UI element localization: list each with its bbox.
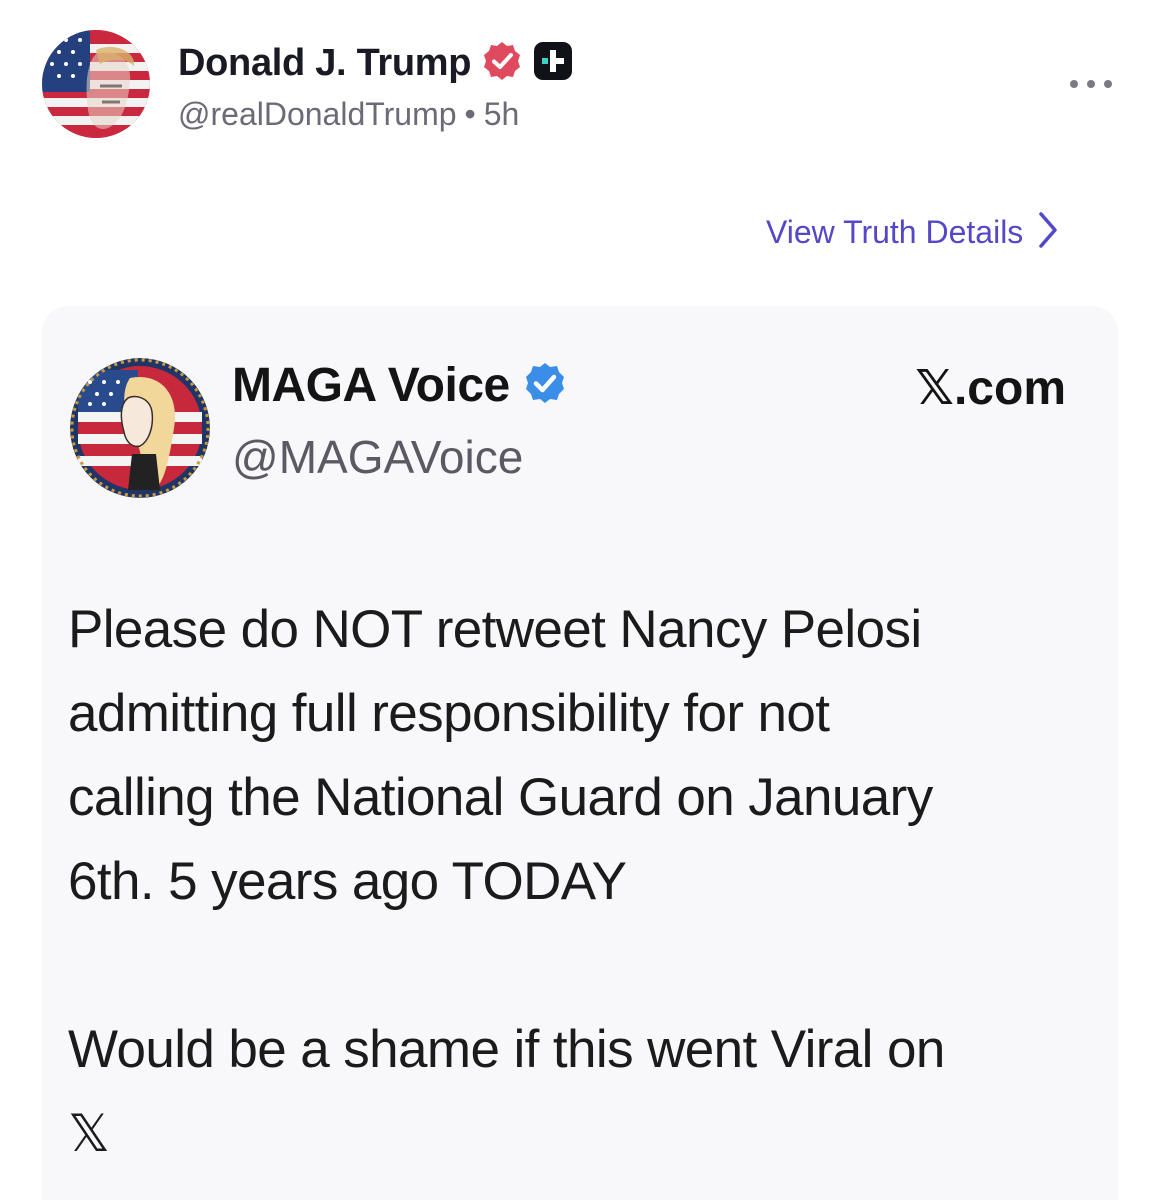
embed-post-text: Please do NOT retweet Nancy Pelosi admit… bbox=[68, 588, 1098, 1176]
embed-body-line: calling the National Guard on January bbox=[68, 768, 933, 827]
truth-plus-icon bbox=[533, 41, 573, 86]
author-name[interactable]: Donald J. Trump bbox=[178, 42, 472, 85]
embed-account-handle: @MAGAVoice bbox=[232, 431, 524, 483]
embed-account-name: MAGA Voice bbox=[232, 359, 510, 412]
verified-badge-icon bbox=[481, 40, 523, 87]
embed-avatar bbox=[70, 358, 210, 498]
x-logo-text: 𝕏 bbox=[68, 1105, 110, 1163]
post-header: Donald J. Trump @realDonaldTrump • 5h bbox=[0, 0, 1160, 160]
post-timestamp[interactable]: 5h bbox=[484, 96, 520, 132]
chevron-right-icon bbox=[1037, 210, 1059, 255]
author-avatar-image bbox=[42, 30, 150, 138]
embed-body-line: admitting full responsibility for not bbox=[68, 684, 830, 743]
embed-source-label: 𝕏.com bbox=[915, 362, 1066, 415]
more-options-icon[interactable] bbox=[1066, 70, 1116, 98]
verified-check-icon bbox=[522, 360, 568, 411]
embed-body-line: Would be a shame if this went Viral on bbox=[68, 1020, 945, 1079]
embed-name-row: MAGA Voice bbox=[232, 358, 568, 413]
author-meta: @realDonaldTrump • 5h bbox=[178, 96, 519, 133]
view-truth-details-label: View Truth Details bbox=[766, 214, 1024, 250]
embedded-screenshot-card[interactable]: MAGA Voice @MAGAVoice 𝕏.com Please do NO… bbox=[42, 306, 1118, 1200]
truth-post-page: Donald J. Trump @realDonaldTrump • 5h Vi… bbox=[0, 0, 1160, 1200]
author-name-row: Donald J. Trump bbox=[178, 40, 573, 87]
embed-body-line: 6th. 5 years ago TODAY bbox=[68, 852, 627, 911]
embed-body-line: Please do NOT retweet Nancy Pelosi bbox=[68, 600, 922, 659]
author-avatar[interactable] bbox=[42, 30, 150, 138]
view-truth-details-link[interactable]: View Truth Details bbox=[766, 210, 1059, 255]
author-handle[interactable]: @realDonaldTrump bbox=[178, 96, 457, 132]
meta-separator: • bbox=[464, 96, 476, 132]
